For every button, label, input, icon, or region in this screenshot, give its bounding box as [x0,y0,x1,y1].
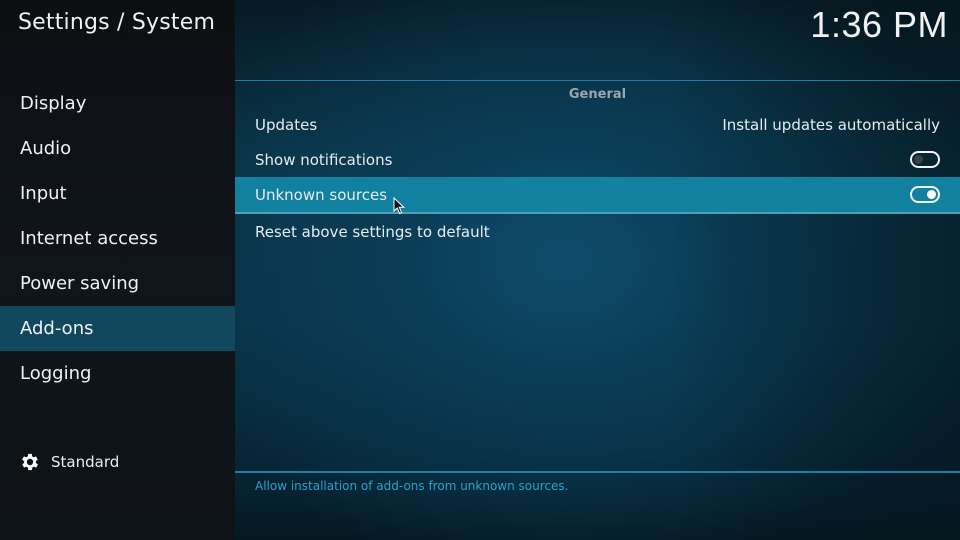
setting-label: Unknown sources [255,185,388,204]
settings-level-label: Standard [51,453,120,471]
page-title: Settings / System [18,10,216,35]
main-background [235,0,960,540]
sidebar-item-power-saving[interactable]: Power saving [0,261,235,306]
group-label: General [568,87,627,102]
setting-label: Show notifications [255,150,393,169]
setting-reset-defaults[interactable]: Reset above settings to default [235,214,960,249]
help-text: Allow installation of add-ons from unkno… [255,479,569,493]
category-list: Display Audio Input Internet access Powe… [0,81,235,396]
toggle-switch-on[interactable] [910,186,940,203]
sidebar: Settings / System Display Audio Input In… [0,0,235,540]
top-divider [235,80,960,81]
sidebar-item-logging[interactable]: Logging [0,351,235,396]
sidebar-item-display[interactable]: Display [0,81,235,126]
toggle-knob [927,190,936,199]
setting-value: Install updates automatically [722,115,940,134]
setting-unknown-sources[interactable]: Unknown sources [235,177,960,214]
sidebar-item-input[interactable]: Input [0,171,235,216]
setting-label: Reset above settings to default [255,222,490,241]
setting-updates[interactable]: Updates Install updates automatically [235,107,960,142]
gear-icon [22,453,38,471]
setting-show-notifications[interactable]: Show notifications [235,142,960,177]
toggle-knob [914,155,923,164]
toggle-switch-off[interactable] [910,151,940,168]
sidebar-item-internet-access[interactable]: Internet access [0,216,235,261]
mouse-pointer-icon [393,197,406,215]
sidebar-item-audio[interactable]: Audio [0,126,235,171]
settings-list: Updates Install updates automatically Sh… [235,107,960,249]
sidebar-item-add-ons[interactable]: Add-ons [0,306,235,351]
bottom-divider [235,471,960,473]
settings-level-button[interactable]: Standard [19,451,119,473]
clock: 1:36 PM [810,4,948,45]
setting-label: Updates [255,115,318,134]
